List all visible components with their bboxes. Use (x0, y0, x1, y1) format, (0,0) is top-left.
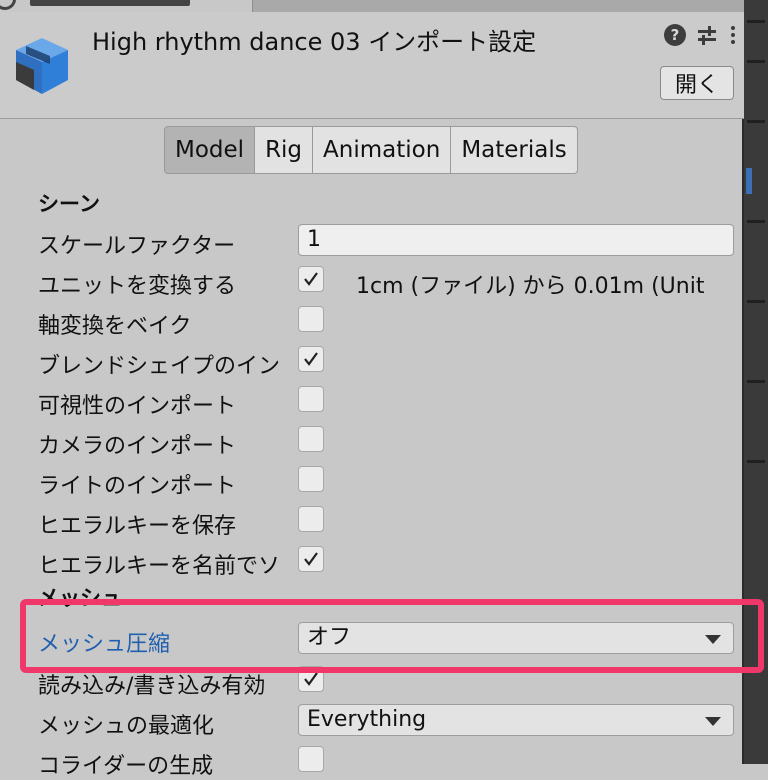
blendshapes-row: ブレンドシェイプのイン (38, 344, 738, 379)
open-button[interactable]: 開く (660, 66, 734, 100)
window-tab-strip (0, 0, 744, 12)
sort-hierarchy-row: ヒエラルキーを名前でソ (38, 544, 738, 579)
optimize-mesh-dropdown[interactable]: Everything (298, 704, 734, 736)
dropdown-arrow-icon (705, 717, 721, 726)
generate-colliders-row: コライダーの生成 (38, 744, 738, 779)
generate-colliders-checkbox[interactable] (298, 746, 324, 772)
cameras-checkbox[interactable] (298, 426, 324, 452)
checkmark-icon (304, 552, 318, 566)
inspector-tab[interactable] (0, 0, 253, 12)
lights-label: ライトのインポート (38, 474, 237, 499)
checkmark-icon (304, 352, 318, 366)
bake-axis-checkbox[interactable] (298, 306, 324, 332)
inspector-title: High rhythm dance 03 インポート設定 (92, 28, 537, 56)
visibility-row: 可視性のインポート (38, 384, 738, 419)
blendshapes-checkbox[interactable] (298, 346, 324, 372)
sort-hierarchy-label: ヒエラルキーを名前でソ (38, 554, 281, 579)
bake-axis-label: 軸変換をベイク (38, 314, 192, 339)
generate-colliders-label: コライダーの生成 (38, 754, 214, 779)
scale-factor-input[interactable]: 1 (298, 224, 734, 256)
lights-row: ライトのインポート (38, 464, 738, 499)
help-icon[interactable]: ? (664, 24, 686, 46)
cameras-row: カメラのインポート (38, 424, 738, 459)
preserve-hierarchy-row: ヒエラルキーを保存 (38, 504, 738, 539)
optimize-mesh-label: メッシュの最適化 (38, 714, 215, 739)
scale-factor-label: スケールファクター (38, 234, 236, 259)
visibility-label: 可視性のインポート (38, 394, 237, 419)
visibility-checkbox[interactable] (298, 386, 324, 412)
convert-units-label: ユニットを変換する (38, 274, 237, 299)
inspector-tab-title-cropped (30, 0, 190, 6)
cameras-label: カメラのインポート (38, 434, 237, 459)
blendshapes-label: ブレンドシェイプのイン (38, 354, 281, 379)
inspector-tab-icon (0, 0, 16, 10)
section-scene: シーン (38, 192, 100, 216)
preserve-hierarchy-checkbox[interactable] (298, 506, 324, 532)
tab-materials[interactable]: Materials (451, 126, 578, 174)
convert-units-checkbox[interactable] (298, 266, 324, 292)
convert-units-note: 1cm (ファイル) から 0.01m (Unit (356, 274, 705, 299)
tab-rig[interactable]: Rig (255, 126, 314, 174)
more-options-icon[interactable] (728, 26, 738, 44)
model-asset-icon (16, 38, 68, 94)
optimize-mesh-value: Everything (307, 707, 427, 732)
selection-accent (746, 168, 752, 194)
inspector-header: High rhythm dance 03 インポート設定 ? 開く (0, 12, 744, 119)
mesh-compression-highlight (20, 599, 764, 673)
checkmark-icon (304, 272, 318, 286)
sort-hierarchy-checkbox[interactable] (298, 546, 324, 572)
optimize-mesh-row: メッシュの最適化 Everything (38, 704, 738, 739)
bake-axis-row: 軸変換をベイク (38, 304, 738, 339)
tab-animation[interactable]: Animation (313, 126, 452, 174)
convert-units-row: ユニットを変換する 1cm (ファイル) から 0.01m (Unit (38, 264, 738, 299)
lights-checkbox[interactable] (298, 466, 324, 492)
preserve-hierarchy-label: ヒエラルキーを保存 (38, 514, 237, 539)
scale-factor-row: スケールファクター 1 (38, 224, 738, 259)
preset-sliders-icon[interactable] (696, 24, 718, 46)
tab-model[interactable]: Model (164, 126, 256, 174)
import-settings-tabs: Model Rig Animation Materials (164, 126, 578, 174)
